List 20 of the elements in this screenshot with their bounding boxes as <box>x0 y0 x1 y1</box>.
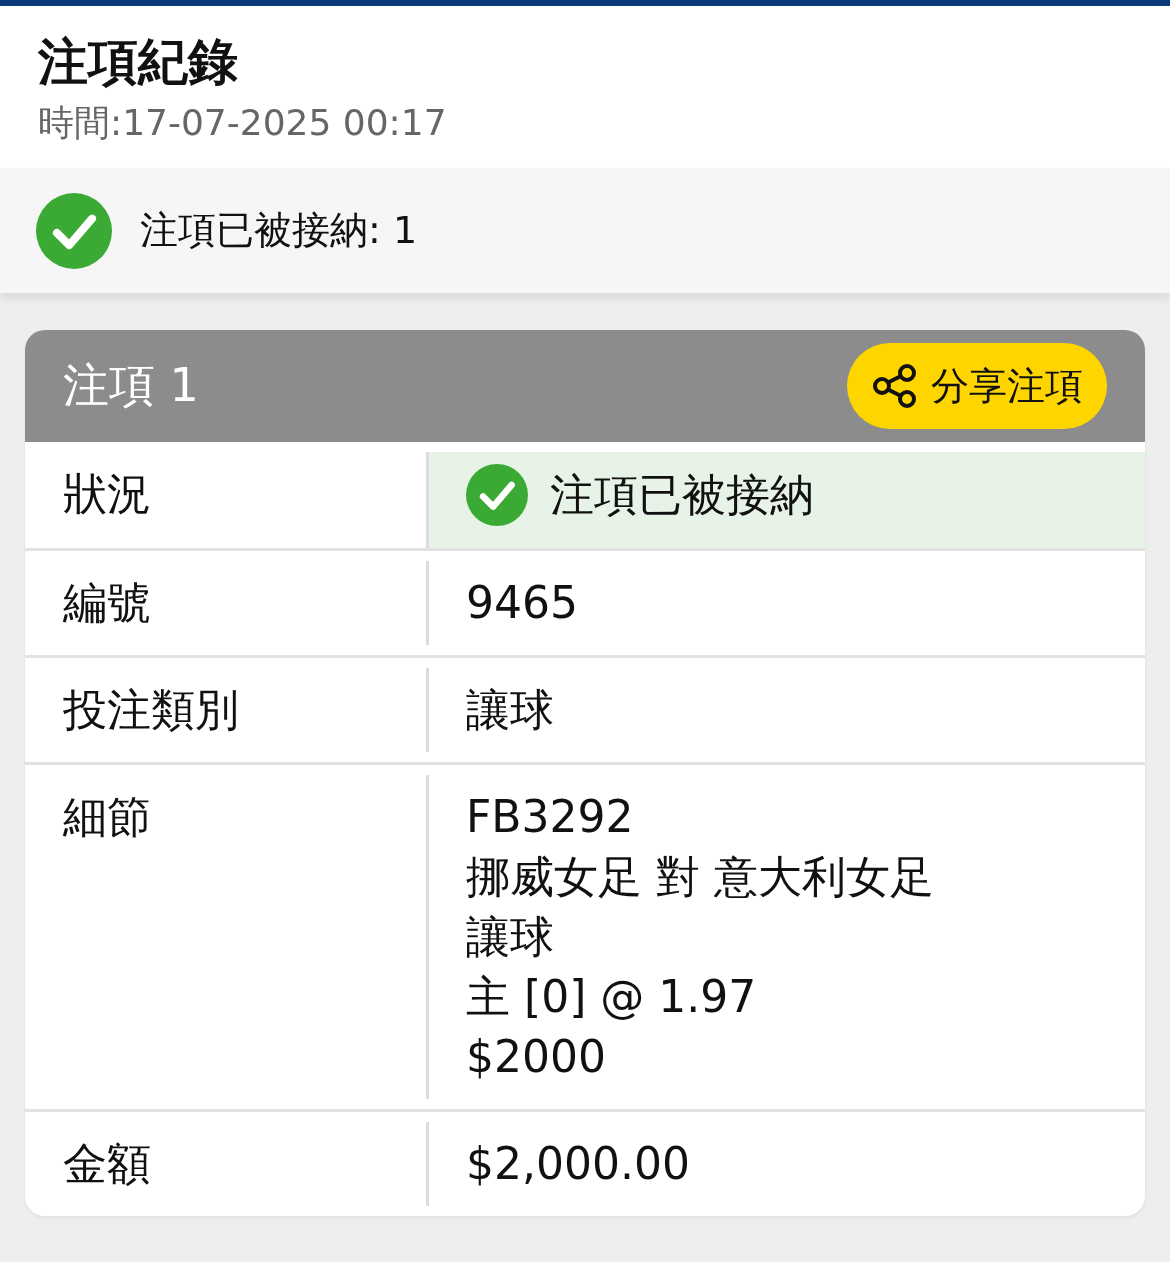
row-value: 9465 <box>426 561 1145 645</box>
detail-line: 挪威女足 對 意大利女足 <box>466 850 935 904</box>
row-value: $2,000.00 <box>426 1122 1145 1206</box>
row-label: 細節 <box>62 790 152 844</box>
row-label: 投注類別 <box>62 683 240 737</box>
row-label: 金額 <box>62 1137 152 1191</box>
row-value: 讓球 <box>426 668 1145 752</box>
card-title: 注項 1 <box>63 357 199 414</box>
detail-line: FB3292 <box>466 790 635 844</box>
detail-line: $2000 <box>466 1030 607 1084</box>
summary-text: 注項已被接納: 1 <box>140 207 418 254</box>
detail-line: 讓球 <box>466 910 555 964</box>
timestamp: 時間:17-07-2025 00:17 <box>38 101 448 145</box>
row-label: 編號 <box>62 576 152 630</box>
row-label: 狀況 <box>62 467 152 521</box>
page-title: 注項紀錄 <box>38 32 239 93</box>
status-text: 注項已被接納 <box>550 468 814 522</box>
detail-line: 主 [0] @ 1.97 <box>466 970 758 1024</box>
share-icon <box>871 362 919 410</box>
share-button[interactable]: 分享注項 <box>847 343 1107 429</box>
